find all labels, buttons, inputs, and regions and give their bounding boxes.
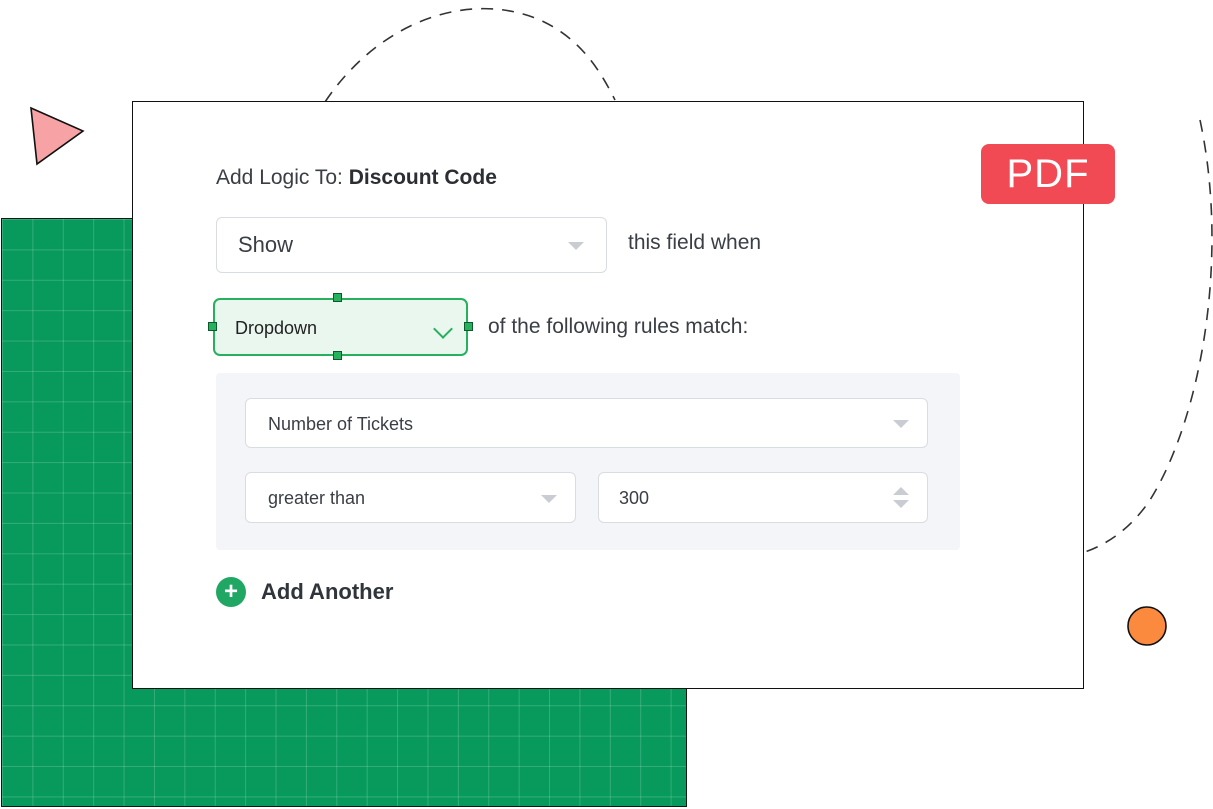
stepper-down-icon[interactable] — [893, 500, 909, 508]
match-select-value: Dropdown — [235, 318, 318, 338]
match-select[interactable]: Dropdown — [213, 298, 468, 356]
action-select[interactable]: Show — [216, 217, 607, 273]
rule-operator-select[interactable]: greater than — [245, 472, 576, 523]
circle-decoration — [1127, 606, 1167, 646]
rule-value: 300 — [619, 488, 650, 508]
logic-title-field: Discount Code — [348, 166, 497, 189]
dashed-arc-decoration — [324, 7, 616, 103]
action-suffix: this field when — [628, 231, 762, 254]
logic-title-prefix: Add Logic To: — [216, 166, 343, 189]
rule-operator-value: greater than — [268, 488, 366, 508]
rule-field-value: Number of Tickets — [268, 414, 414, 434]
match-suffix: of the following rules match: — [488, 315, 749, 338]
canvas: PDF Add Logic To: Discount Code Show thi… — [0, 0, 1213, 809]
chevron-down-icon — [433, 319, 453, 339]
triangle-decoration — [30, 106, 85, 166]
resize-handle-right[interactable] — [464, 322, 473, 331]
resize-handle-bottom[interactable] — [333, 351, 342, 360]
action-select-value: Show — [238, 232, 294, 257]
caret-down-icon — [568, 242, 584, 250]
resize-handle-top[interactable] — [333, 293, 342, 302]
caret-down-icon — [541, 495, 557, 503]
resize-handle-left[interactable] — [208, 322, 217, 331]
plus-circle-icon: + — [216, 577, 246, 607]
add-another-label: Add Another — [261, 579, 394, 604]
logic-title: Add Logic To: Discount Code — [216, 166, 497, 190]
rule-field-select[interactable]: Number of Tickets — [245, 398, 928, 448]
stepper-up-icon[interactable] — [893, 487, 909, 495]
caret-down-icon — [893, 420, 909, 428]
rule-value-input[interactable]: 300 — [598, 472, 928, 523]
add-another-button[interactable]: + Add Another — [216, 577, 393, 607]
pdf-badge: PDF — [981, 144, 1115, 204]
